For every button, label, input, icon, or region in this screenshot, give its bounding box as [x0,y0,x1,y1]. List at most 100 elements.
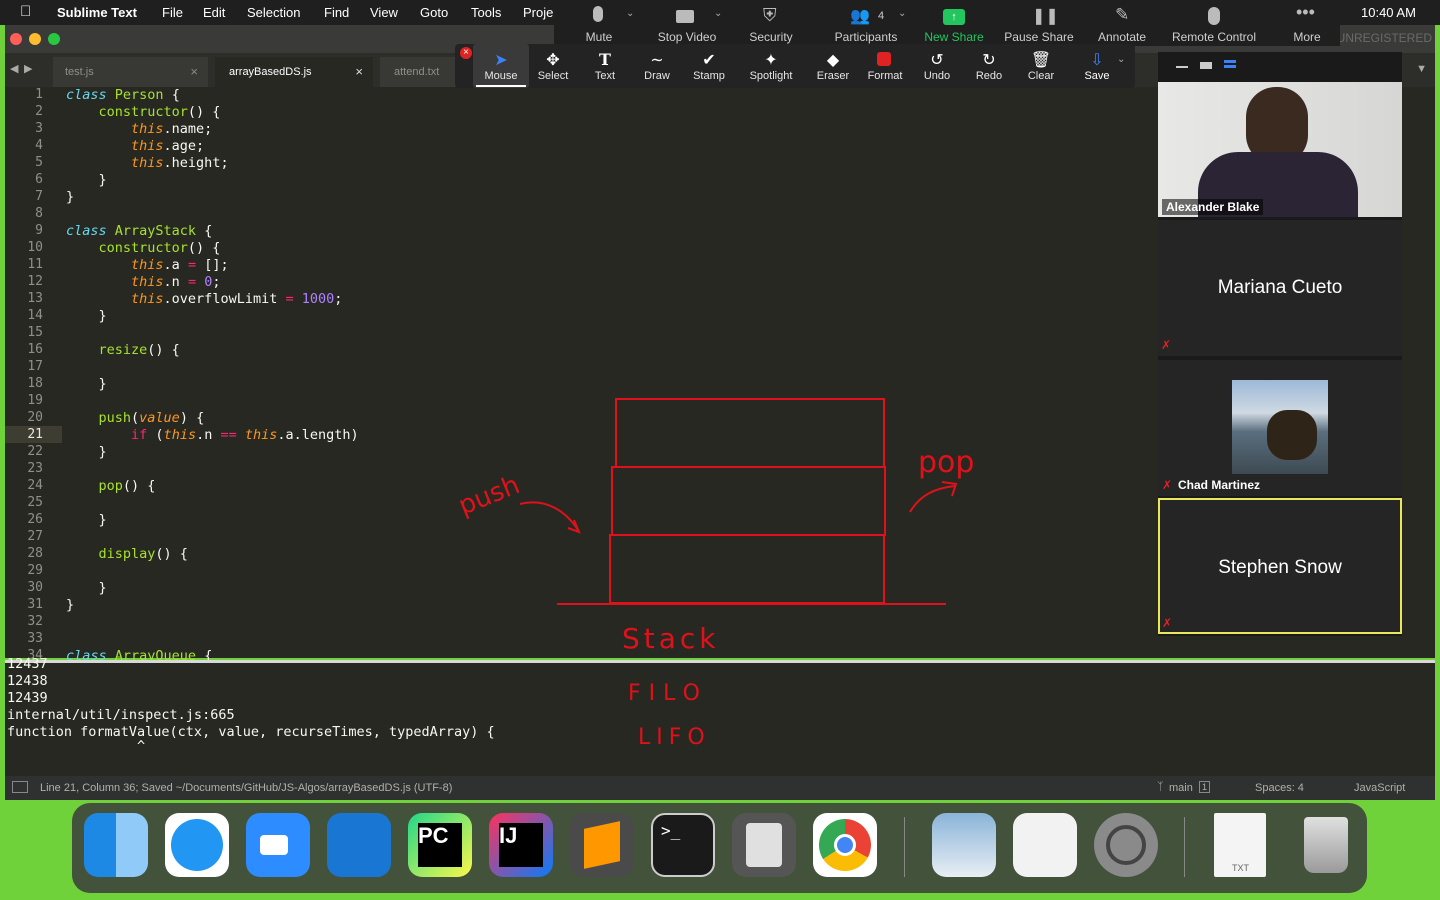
remote-control-label: Remote Control [1171,30,1257,44]
muted-mic-icon: ✗ [1162,478,1173,492]
dock-trash[interactable] [1294,813,1358,877]
trash-icon [1304,817,1348,873]
active-tool-underline [476,85,526,87]
sublime-logo [584,821,620,869]
dock-calculator[interactable] [732,813,796,877]
annotation-pop: pop [918,445,974,480]
new-share-button[interactable]: ↑ New Share [909,0,999,46]
pop-arrow [909,485,956,513]
pause-share-button[interactable]: ❚❚ Pause Share [994,0,1084,46]
terminal-prompt: >_ [661,821,681,840]
tool-label: Clear [1027,70,1055,82]
tool-label: Spotlight [749,70,793,82]
pop-arrowhead [941,481,958,497]
tool-label: Select [537,70,569,82]
tool-label: Text [594,70,616,82]
dock-divider [1184,817,1185,877]
stack-box-top [615,398,885,468]
shield-icon: ⛨ [763,5,777,25]
participant-tile-stephen[interactable]: Stephen Snow ✗ [1158,498,1402,634]
pause-icon: ❚❚ [1032,8,1059,25]
text-icon: T [599,50,611,69]
single-view-icon[interactable] [1200,62,1212,69]
dock-divider [904,817,905,877]
dock-zoom[interactable] [246,813,310,877]
stop-video-label: Stop Video [657,30,717,44]
new-share-label: New Share [924,30,984,44]
dock-terminal[interactable]: >_ [651,813,715,877]
tool-text[interactable]: T Text [577,44,633,88]
chevron-down-icon[interactable]: ⌄ [898,8,906,19]
mute-label: Mute [585,30,613,44]
annotation-push: push [454,470,524,521]
participants-button[interactable]: 👥 4 ⌄ Participants [816,0,916,46]
dock-safari[interactable] [165,813,229,877]
stack-box-middle [611,466,886,536]
tool-stamp[interactable]: ✔ Stamp [681,44,737,88]
participant-name: Stephen Snow [1218,557,1342,578]
dock-pycharm[interactable]: PC [408,813,472,877]
tool-eraser[interactable]: ◆ Eraser [805,44,861,88]
squiggle-icon: ∼ [650,52,664,69]
people-icon: 👥 [850,8,870,25]
dock-preview[interactable] [932,813,996,877]
tool-undo[interactable]: ↺ Undo [909,44,965,88]
cursor-arrow-icon: ➤ [494,52,508,69]
tool-mouse[interactable]: ➤ Mouse [473,44,529,88]
dock-finder[interactable] [84,813,148,877]
push-arrow [519,501,579,531]
mouse-icon [1208,7,1220,25]
chevron-down-icon[interactable]: ⌄ [1117,54,1125,65]
participant-tile-chad[interactable]: ✗ Chad Martinez [1158,360,1402,496]
security-label: Security [749,30,793,44]
dock-xcode[interactable] [327,813,391,877]
dock-intellij[interactable]: IJ [489,813,553,877]
save-icon: ⇩ [1090,52,1104,69]
tool-label: Save [1084,70,1110,82]
tool-draw[interactable]: ∼ Draw [629,44,685,88]
minimize-panel-icon[interactable] [1176,66,1188,68]
chevron-down-icon[interactable]: ⌄ [714,8,722,19]
dog-image [1267,410,1317,460]
more-button[interactable]: ••• More [1262,0,1352,46]
stack-box-bottom [609,534,885,604]
intellij-logo: IJ [499,823,543,867]
tool-select[interactable]: ✥ Select [525,44,581,88]
file-type-label: TXT [1232,863,1249,873]
chevron-down-icon[interactable]: ⌄ [626,8,634,19]
dock-system-information[interactable] [1013,813,1077,877]
gear-icon [1106,825,1146,865]
participant-name: Alexander Blake [1162,199,1264,215]
participant-video [1158,82,1402,217]
close-annotation-icon[interactable]: × [460,47,472,59]
tool-spotlight[interactable]: ✦ Spotlight [743,44,799,88]
participant-tile-mariana[interactable]: Mariana Cueto ✗ [1158,220,1402,356]
tool-label: Redo [975,70,1003,82]
participants-label: Participants [834,30,898,44]
security-button[interactable]: ⛨ Security [726,0,816,46]
participant-tile-alexander[interactable]: Alexander Blake [1158,82,1402,217]
pause-share-label: Pause Share [1004,30,1074,44]
tool-clear[interactable]: 🗑 Clear [1013,44,1069,88]
remote-control-button[interactable]: Remote Control [1154,0,1274,46]
dock-system-preferences[interactable] [1094,813,1158,877]
zoom-participants-panel: Alexander Blake Mariana Cueto ✗ ✗ Chad M… [1158,52,1402,636]
camera-icon [260,835,288,855]
tool-redo[interactable]: ↻ Redo [961,44,1017,88]
tool-format[interactable]: Format [857,44,913,88]
muted-mic-icon: ✗ [1161,338,1172,352]
mac-dock: PC IJ >_ TXT [72,803,1367,893]
microphone-icon [593,6,603,22]
tool-save[interactable]: ⇩ ⌄ Save [1071,44,1131,88]
mute-button[interactable]: ⌄ Mute [554,0,654,46]
redo-icon: ↻ [982,52,996,69]
dock-chrome[interactable] [813,813,877,877]
dock-txt-file[interactable]: TXT [1214,813,1266,877]
dock-sublime-text[interactable] [570,813,634,877]
gallery-view-icon[interactable] [1224,60,1236,63]
compass-icon [171,819,223,871]
video-camera-icon [676,10,694,23]
move-icon: ✥ [546,52,560,69]
pencil-icon: ✎ [1115,5,1130,24]
annotation-filo: FILO [628,681,708,706]
